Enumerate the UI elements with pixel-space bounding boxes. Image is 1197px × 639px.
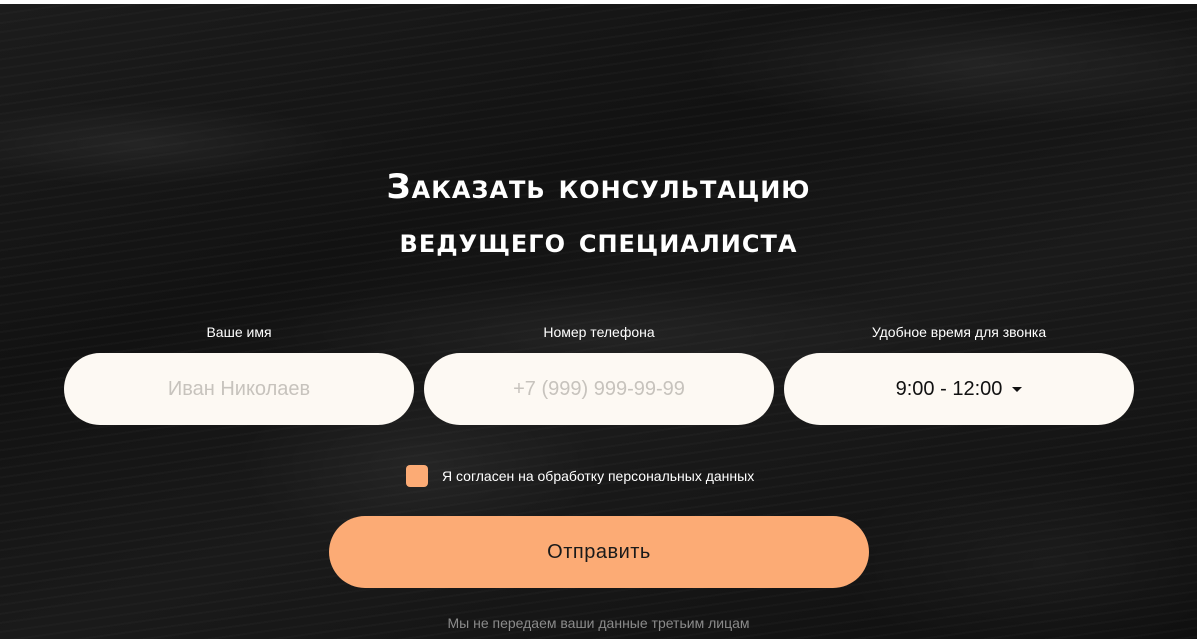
- phone-label: Номер телефона: [543, 324, 655, 340]
- phone-input[interactable]: [424, 353, 774, 425]
- name-input[interactable]: [64, 353, 414, 425]
- phone-field: [424, 353, 774, 425]
- caret-down-icon: [1012, 386, 1023, 392]
- consent-checkbox[interactable]: [406, 465, 428, 487]
- time-label: Удобное время для звонка: [871, 324, 1047, 340]
- consent-row: Я согласен на обработку персональных дан…: [406, 465, 754, 487]
- submit-button[interactable]: Отправить: [329, 516, 869, 588]
- consent-label: Я согласен на обработку персональных дан…: [442, 468, 755, 484]
- name-label: Ваше имя: [206, 324, 272, 340]
- form-title: Заказать консультацию ведущего специалис…: [0, 160, 1197, 268]
- privacy-note: Мы не передаем ваши данные третьим лицам: [447, 615, 750, 631]
- name-field: [64, 353, 414, 425]
- consultation-section: Заказать консультацию ведущего специалис…: [0, 4, 1197, 639]
- time-select[interactable]: 9:00 - 12:00: [784, 353, 1134, 425]
- title-line-2: ведущего специалиста: [399, 221, 798, 261]
- title-line-1: Заказать консультацию: [386, 167, 811, 207]
- time-select-value: 9:00 - 12:00: [895, 377, 1003, 400]
